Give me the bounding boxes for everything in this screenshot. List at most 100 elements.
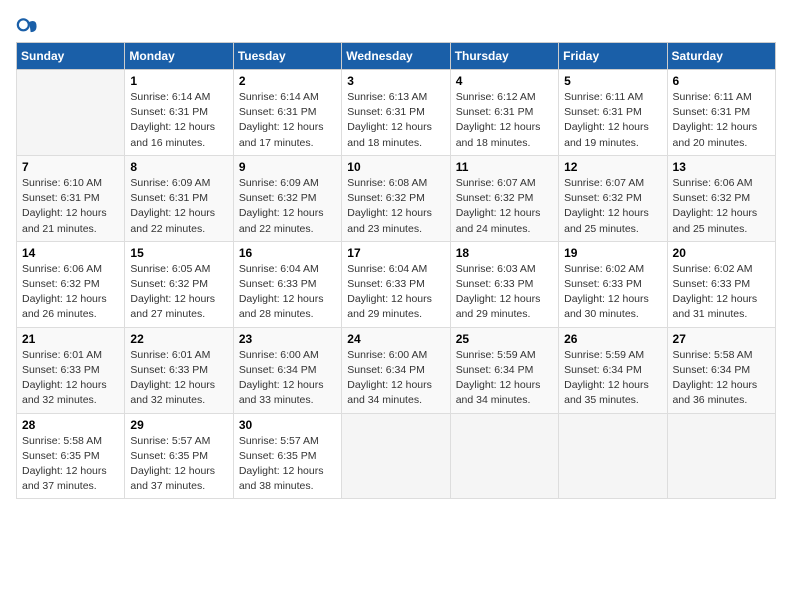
calendar-cell: 29 Sunrise: 5:57 AM Sunset: 6:35 PM Dayli… — [125, 413, 233, 499]
day-number: 16 — [239, 246, 336, 260]
day-number: 12 — [564, 160, 661, 174]
calendar-cell: 14 Sunrise: 6:06 AM Sunset: 6:32 PM Dayli… — [17, 241, 125, 327]
calendar-cell: 20 Sunrise: 6:02 AM Sunset: 6:33 PM Dayli… — [667, 241, 775, 327]
calendar-cell: 27 Sunrise: 5:58 AM Sunset: 6:34 PM Dayli… — [667, 327, 775, 413]
logo-icon — [16, 16, 38, 38]
day-info: Sunrise: 6:01 AM Sunset: 6:33 PM Dayligh… — [130, 348, 227, 409]
calendar-cell — [559, 413, 667, 499]
day-info: Sunrise: 6:14 AM Sunset: 6:31 PM Dayligh… — [130, 90, 227, 151]
day-info: Sunrise: 6:02 AM Sunset: 6:33 PM Dayligh… — [564, 262, 661, 323]
day-number: 26 — [564, 332, 661, 346]
day-info: Sunrise: 6:11 AM Sunset: 6:31 PM Dayligh… — [564, 90, 661, 151]
day-number: 28 — [22, 418, 119, 432]
day-info: Sunrise: 5:58 AM Sunset: 6:34 PM Dayligh… — [673, 348, 770, 409]
calendar-cell — [450, 413, 558, 499]
day-number: 10 — [347, 160, 444, 174]
day-number: 9 — [239, 160, 336, 174]
day-info: Sunrise: 6:09 AM Sunset: 6:32 PM Dayligh… — [239, 176, 336, 237]
calendar-cell: 2 Sunrise: 6:14 AM Sunset: 6:31 PM Daylig… — [233, 70, 341, 156]
calendar-cell: 6 Sunrise: 6:11 AM Sunset: 6:31 PM Daylig… — [667, 70, 775, 156]
calendar-cell: 4 Sunrise: 6:12 AM Sunset: 6:31 PM Daylig… — [450, 70, 558, 156]
page-container: SundayMondayTuesdayWednesdayThursdayFrid… — [16, 16, 776, 499]
day-number: 27 — [673, 332, 770, 346]
day-info: Sunrise: 6:02 AM Sunset: 6:33 PM Dayligh… — [673, 262, 770, 323]
header-cell-friday: Friday — [559, 43, 667, 70]
calendar-cell: 12 Sunrise: 6:07 AM Sunset: 6:32 PM Dayli… — [559, 155, 667, 241]
header-cell-thursday: Thursday — [450, 43, 558, 70]
day-info: Sunrise: 6:05 AM Sunset: 6:32 PM Dayligh… — [130, 262, 227, 323]
day-info: Sunrise: 6:12 AM Sunset: 6:31 PM Dayligh… — [456, 90, 553, 151]
logo — [16, 16, 42, 38]
day-number: 15 — [130, 246, 227, 260]
day-info: Sunrise: 5:57 AM Sunset: 6:35 PM Dayligh… — [239, 434, 336, 495]
day-info: Sunrise: 5:57 AM Sunset: 6:35 PM Dayligh… — [130, 434, 227, 495]
day-info: Sunrise: 6:08 AM Sunset: 6:32 PM Dayligh… — [347, 176, 444, 237]
calendar-cell: 7Sunrise: 6:10 AM Sunset: 6:31 PM Daylig… — [17, 155, 125, 241]
day-info: Sunrise: 6:14 AM Sunset: 6:31 PM Dayligh… — [239, 90, 336, 151]
header-cell-monday: Monday — [125, 43, 233, 70]
calendar-cell: 19 Sunrise: 6:02 AM Sunset: 6:33 PM Dayli… — [559, 241, 667, 327]
day-number: 4 — [456, 74, 553, 88]
day-number: 8 — [130, 160, 227, 174]
day-info: Sunrise: 6:06 AM Sunset: 6:32 PM Dayligh… — [673, 176, 770, 237]
calendar-cell: 22Sunrise: 6:01 AM Sunset: 6:33 PM Dayli… — [125, 327, 233, 413]
week-row-1: 1 Sunrise: 6:14 AM Sunset: 6:31 PM Daylig… — [17, 70, 776, 156]
calendar-cell: 18 Sunrise: 6:03 AM Sunset: 6:33 PM Dayli… — [450, 241, 558, 327]
day-info: Sunrise: 6:11 AM Sunset: 6:31 PM Dayligh… — [673, 90, 770, 151]
header-cell-saturday: Saturday — [667, 43, 775, 70]
day-number: 18 — [456, 246, 553, 260]
calendar-header: SundayMondayTuesdayWednesdayThursdayFrid… — [17, 43, 776, 70]
day-info: Sunrise: 6:13 AM Sunset: 6:31 PM Dayligh… — [347, 90, 444, 151]
calendar-cell: 5Sunrise: 6:11 AM Sunset: 6:31 PM Daylig… — [559, 70, 667, 156]
day-number: 14 — [22, 246, 119, 260]
day-info: Sunrise: 5:59 AM Sunset: 6:34 PM Dayligh… — [456, 348, 553, 409]
day-info: Sunrise: 6:09 AM Sunset: 6:31 PM Dayligh… — [130, 176, 227, 237]
day-number: 25 — [456, 332, 553, 346]
day-info: Sunrise: 6:07 AM Sunset: 6:32 PM Dayligh… — [564, 176, 661, 237]
day-number: 24 — [347, 332, 444, 346]
day-number: 6 — [673, 74, 770, 88]
calendar-table: SundayMondayTuesdayWednesdayThursdayFrid… — [16, 42, 776, 499]
day-number: 20 — [673, 246, 770, 260]
calendar-cell: 23 Sunrise: 6:00 AM Sunset: 6:34 PM Dayli… — [233, 327, 341, 413]
day-number: 1 — [130, 74, 227, 88]
day-info: Sunrise: 6:00 AM Sunset: 6:34 PM Dayligh… — [239, 348, 336, 409]
calendar-cell: 28 Sunrise: 5:58 AM Sunset: 6:35 PM Dayli… — [17, 413, 125, 499]
calendar-cell — [17, 70, 125, 156]
week-row-4: 21 Sunrise: 6:01 AM Sunset: 6:33 PM Dayli… — [17, 327, 776, 413]
calendar-cell — [342, 413, 450, 499]
day-info: Sunrise: 6:03 AM Sunset: 6:33 PM Dayligh… — [456, 262, 553, 323]
header-row: SundayMondayTuesdayWednesdayThursdayFrid… — [17, 43, 776, 70]
header — [16, 16, 776, 38]
day-number: 11 — [456, 160, 553, 174]
day-number: 2 — [239, 74, 336, 88]
day-number: 23 — [239, 332, 336, 346]
day-number: 30 — [239, 418, 336, 432]
week-row-5: 28 Sunrise: 5:58 AM Sunset: 6:35 PM Dayli… — [17, 413, 776, 499]
calendar-cell — [667, 413, 775, 499]
day-number: 17 — [347, 246, 444, 260]
header-cell-wednesday: Wednesday — [342, 43, 450, 70]
day-info: Sunrise: 6:04 AM Sunset: 6:33 PM Dayligh… — [239, 262, 336, 323]
calendar-cell: 3Sunrise: 6:13 AM Sunset: 6:31 PM Daylig… — [342, 70, 450, 156]
day-info: Sunrise: 6:06 AM Sunset: 6:32 PM Dayligh… — [22, 262, 119, 323]
day-info: Sunrise: 6:07 AM Sunset: 6:32 PM Dayligh… — [456, 176, 553, 237]
calendar-body: 1 Sunrise: 6:14 AM Sunset: 6:31 PM Daylig… — [17, 70, 776, 499]
calendar-cell: 11 Sunrise: 6:07 AM Sunset: 6:32 PM Dayli… — [450, 155, 558, 241]
day-info: Sunrise: 5:58 AM Sunset: 6:35 PM Dayligh… — [22, 434, 119, 495]
calendar-cell: 8 Sunrise: 6:09 AM Sunset: 6:31 PM Daylig… — [125, 155, 233, 241]
calendar-cell: 16 Sunrise: 6:04 AM Sunset: 6:33 PM Dayli… — [233, 241, 341, 327]
header-cell-tuesday: Tuesday — [233, 43, 341, 70]
calendar-cell: 17Sunrise: 6:04 AM Sunset: 6:33 PM Dayli… — [342, 241, 450, 327]
calendar-cell: 26Sunrise: 5:59 AM Sunset: 6:34 PM Dayli… — [559, 327, 667, 413]
day-number: 19 — [564, 246, 661, 260]
day-number: 21 — [22, 332, 119, 346]
week-row-2: 7Sunrise: 6:10 AM Sunset: 6:31 PM Daylig… — [17, 155, 776, 241]
calendar-cell: 30 Sunrise: 5:57 AM Sunset: 6:35 PM Dayli… — [233, 413, 341, 499]
calendar-cell: 24Sunrise: 6:00 AM Sunset: 6:34 PM Dayli… — [342, 327, 450, 413]
day-info: Sunrise: 6:01 AM Sunset: 6:33 PM Dayligh… — [22, 348, 119, 409]
day-number: 29 — [130, 418, 227, 432]
day-number: 7 — [22, 160, 119, 174]
calendar-cell: 15 Sunrise: 6:05 AM Sunset: 6:32 PM Dayli… — [125, 241, 233, 327]
calendar-cell: 13Sunrise: 6:06 AM Sunset: 6:32 PM Dayli… — [667, 155, 775, 241]
